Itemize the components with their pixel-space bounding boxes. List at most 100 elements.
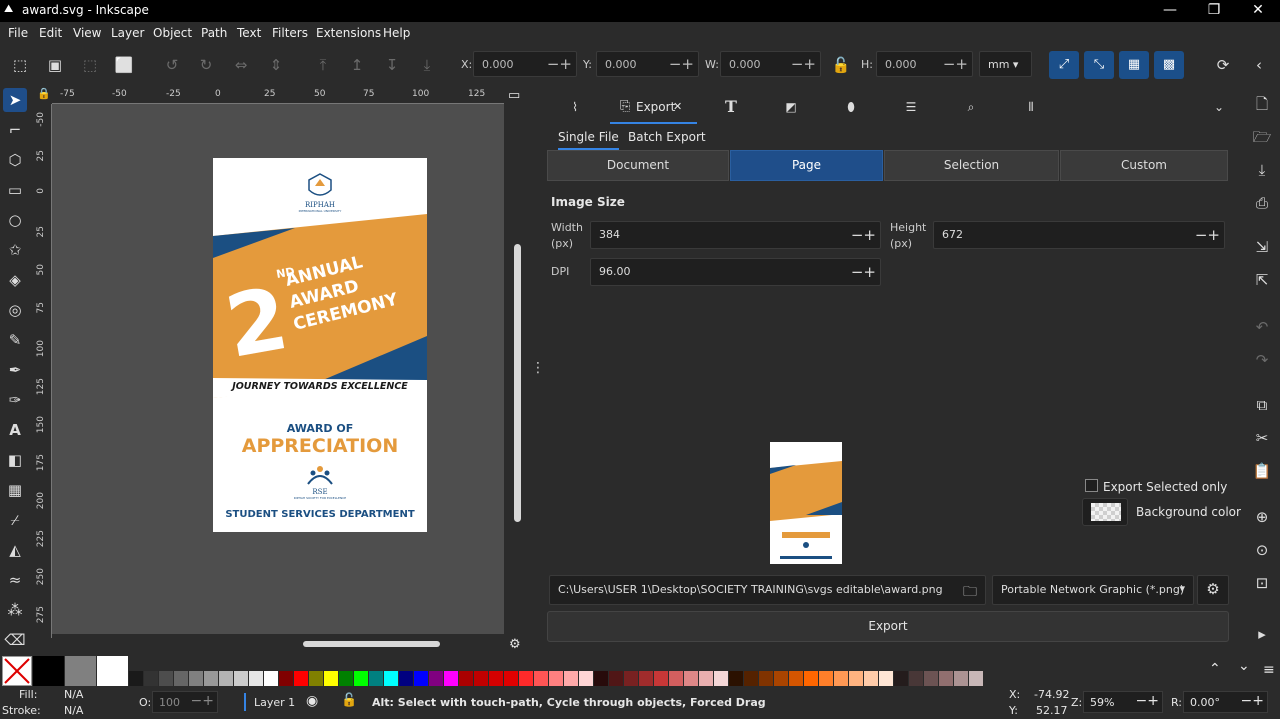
background-color-button[interactable] [1082,498,1128,526]
import-icon[interactable]: ⇲ [1250,235,1274,259]
spray-tool-icon[interactable]: ⁂ [3,598,27,622]
palette-swatch[interactable] [729,671,743,686]
palette-swatch[interactable] [234,671,248,686]
current-layer[interactable]: Layer 1 [254,696,295,709]
paint-bucket-icon[interactable]: ◭ [3,538,27,562]
new-document-icon[interactable]: 🗋 [1250,92,1274,116]
x-stepper-icon[interactable]: −+ [547,55,572,73]
lock-ratio-icon[interactable]: 🔓 [829,53,853,77]
x-field[interactable]: 0.000 −+ [473,51,577,77]
h-field[interactable]: 0.000 −+ [876,51,973,77]
chevron-left-icon[interactable]: ‹ [1247,53,1271,77]
lower-to-bottom-icon[interactable]: ⤓ [415,53,439,77]
flip-horizontal-icon[interactable]: ⇔ [229,53,253,77]
snap-icon[interactable]: ⟳ [1211,53,1235,77]
palette-swatch[interactable] [534,671,548,686]
palette-swatch[interactable] [219,671,233,686]
minimize-button[interactable]: — [1148,0,1192,22]
rectangle-tool-icon[interactable]: ▭ [3,178,27,202]
palette-swatch[interactable] [744,671,758,686]
shape-builder-icon[interactable]: ⬡ [3,148,27,172]
height-stepper-icon[interactable]: −+ [1195,226,1220,244]
unit-select[interactable]: mm ▾ [979,51,1032,77]
palette-swatch[interactable] [144,671,158,686]
palette-swatch[interactable] [879,671,893,686]
zoom-page-icon[interactable]: ⊡ [1250,571,1274,595]
palette-swatch[interactable] [804,671,818,686]
palette-swatch[interactable] [819,671,833,686]
paste-icon[interactable]: 📋 [1250,459,1274,483]
palette-swatch[interactable] [834,671,848,686]
palette-swatch[interactable] [474,671,488,686]
touch-select-icon[interactable]: ⬜ [112,53,136,77]
palette-swatch[interactable] [324,671,338,686]
dock-menu-chevron-icon[interactable]: ⌄ [1204,92,1234,122]
subtab-batch-export[interactable]: Batch Export [628,130,706,144]
raise-to-top-icon[interactable]: ⤒ [311,53,335,77]
dropper-tool-icon[interactable]: ⌿ [3,508,27,532]
dpi-stepper-icon[interactable]: −+ [851,263,876,281]
move-gradients-button[interactable]: ▦ [1119,51,1149,79]
no-paint-swatch[interactable] [2,656,32,686]
palette-scroll-down-icon[interactable]: ⌄ [1238,658,1250,674]
area-selection-button[interactable]: Selection [884,150,1059,181]
tab-export[interactable]: ⎘ Export ✕ [610,92,697,124]
zoom-drawing-icon[interactable]: ⊙ [1250,538,1274,562]
palette-swatch[interactable] [504,671,518,686]
area-custom-button[interactable]: Custom [1060,150,1228,181]
menu-edit[interactable]: Edit [39,26,62,40]
menu-view[interactable]: View [73,26,101,40]
palette-swatch[interactable] [384,671,398,686]
cut-icon[interactable]: ✂ [1250,426,1274,450]
height-input[interactable]: 672 −+ [933,221,1225,249]
palette-scroll-up-icon[interactable]: ⌃ [1209,661,1221,677]
print-icon[interactable]: ⎙ [1250,191,1274,215]
undo-icon[interactable]: ↶ [1250,315,1274,339]
filename-input[interactable]: C:\Users\USER 1\Desktop\SOCIETY TRAINING… [549,575,986,605]
close-tab-icon[interactable]: ✕ [673,100,682,113]
palette-swatch[interactable] [444,671,458,686]
palette-swatch[interactable] [684,671,698,686]
lower-icon[interactable]: ↧ [380,53,404,77]
find-tab-icon[interactable]: ⌕ [956,92,986,122]
folder-icon[interactable]: 🗀 [963,581,977,605]
horizontal-scrollbar[interactable] [303,641,440,647]
move-patterns-button[interactable]: ▩ [1154,51,1184,79]
swatch-gray[interactable] [65,656,96,686]
w-stepper-icon[interactable]: −+ [791,55,816,73]
calligraphy-tool-icon[interactable]: ✑ [3,388,27,412]
palette-swatch[interactable] [789,671,803,686]
fill-value[interactable]: N/A [64,688,83,701]
palette-swatch[interactable] [564,671,578,686]
palette-swatch[interactable] [129,671,143,686]
palette-swatch[interactable] [864,671,878,686]
menu-object[interactable]: Object [153,26,192,40]
zoom-selection-icon[interactable]: ⊕ [1250,505,1274,529]
area-page-button[interactable]: Page [730,150,883,181]
eraser-tool-icon[interactable]: ⌫ [3,628,27,652]
save-icon[interactable]: ⤓ [1250,158,1274,182]
palette-swatch[interactable] [549,671,563,686]
palette-swatch[interactable] [519,671,533,686]
palette-swatch[interactable] [909,671,923,686]
more-commands-icon[interactable]: ▸ [1250,622,1274,646]
menu-text[interactable]: Text [237,26,261,40]
palette-swatch[interactable] [159,671,173,686]
export-selected-only-checkbox[interactable] [1085,479,1098,492]
palette-swatch[interactable] [624,671,638,686]
w-field[interactable]: 0.000 −+ [720,51,821,77]
palette-swatch[interactable] [969,671,983,686]
tweak-tool-icon[interactable]: ≈ [3,568,27,592]
menu-filters[interactable]: Filters [272,26,308,40]
align-tab-icon[interactable]: ⬮ [836,92,866,122]
palette-swatch[interactable] [264,671,278,686]
palette-swatch[interactable] [699,671,713,686]
redo-icon[interactable]: ↷ [1250,348,1274,372]
deselect-icon[interactable]: ⬚ [78,53,102,77]
palette-swatch[interactable] [459,671,473,686]
menu-layer[interactable]: Layer [111,26,144,40]
palette-swatch[interactable] [579,671,593,686]
rotate-ccw-icon[interactable]: ↺ [160,53,184,77]
swatch-white[interactable] [97,656,128,686]
palette-swatch[interactable] [714,671,728,686]
